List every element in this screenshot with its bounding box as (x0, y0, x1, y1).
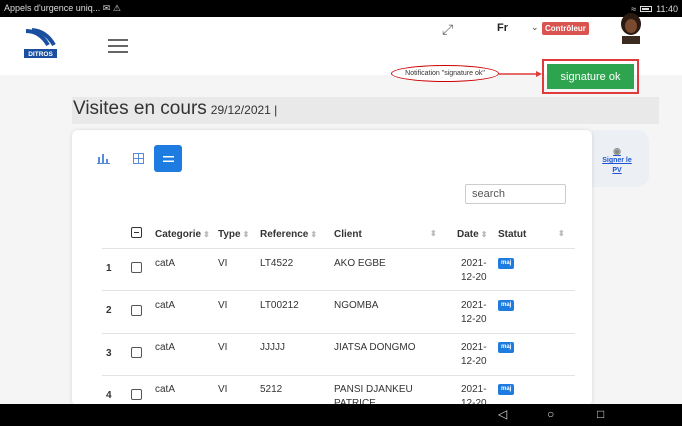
grid-view-icon[interactable] (124, 145, 152, 172)
recents-icon[interactable]: □ (597, 407, 604, 421)
status-time: 11:40 (656, 3, 678, 14)
row-divider (102, 248, 575, 249)
chart-view-icon[interactable] (89, 145, 117, 172)
ditros-logo: DITROS (22, 27, 59, 61)
back-icon[interactable]: ◁ (498, 407, 507, 421)
home-icon[interactable]: ○ (547, 407, 554, 421)
cell-type: VI (218, 342, 228, 353)
sort-icon: ⬍ (310, 230, 318, 239)
row-checkbox[interactable] (131, 305, 142, 316)
page-title: Visites en cours 29/12/2021 | (73, 98, 278, 119)
status-badge[interactable]: maj (498, 384, 515, 395)
cell-date: 2021-12-20 (461, 258, 487, 283)
status-badge[interactable]: maj (498, 342, 515, 353)
sort-icon[interactable]: ⬍ (558, 229, 565, 238)
cell-categorie: catA (155, 384, 176, 395)
battery-icon (640, 5, 653, 12)
row-divider (102, 375, 575, 376)
cell-reference: 5212 (260, 384, 283, 395)
row-checkbox[interactable] (131, 262, 142, 273)
sort-icon: ⬍ (480, 230, 488, 239)
cell-reference: LT4522 (260, 258, 294, 269)
row-number: 2 (106, 305, 112, 316)
cell-reference: JJJJJ (260, 342, 285, 353)
col-header-type[interactable]: Type ⬍ (218, 229, 249, 240)
cell-type: VI (218, 258, 228, 269)
col-header-client[interactable]: Client (334, 229, 362, 240)
status-badge[interactable]: maj (498, 300, 515, 311)
list-view-icon[interactable] (154, 145, 182, 172)
avatar[interactable] (619, 12, 643, 44)
row-divider (102, 333, 575, 334)
status-left-text: Appels d'urgence uniq... ✉ ⚠ (4, 3, 121, 13)
cell-client: NGOMBA (334, 300, 379, 311)
role-badge[interactable]: Contrôleur (542, 22, 589, 35)
cell-type: VI (218, 384, 228, 395)
move-icon[interactable]: ⤢ (442, 21, 453, 38)
page-date: 29/12/2021 | (210, 103, 278, 117)
sign-pv-link[interactable]: ◉ Signer le PV (597, 146, 637, 176)
signature-highlight: signature ok (542, 59, 639, 94)
language-selector[interactable]: Fr (497, 22, 508, 34)
cell-type: VI (218, 300, 228, 311)
android-status-bar: Appels d'urgence uniq... ✉ ⚠ ≈ 11:40 (0, 0, 682, 17)
row-number: 1 (106, 263, 112, 274)
row-checkbox[interactable] (131, 347, 142, 358)
status-badge[interactable]: maj (498, 258, 515, 269)
chevron-down-icon[interactable]: ⌄ (531, 22, 539, 33)
cell-categorie: catA (155, 258, 176, 269)
cell-client: AKO EGBE (334, 258, 386, 269)
cell-categorie: catA (155, 342, 176, 353)
cell-date: 2021-12-20 (461, 342, 487, 367)
select-all-checkbox[interactable] (131, 227, 142, 238)
cell-reference: LT00212 (260, 300, 299, 311)
col-header-categorie[interactable]: Categorie ⬍ (155, 229, 210, 240)
svg-text:DITROS: DITROS (28, 51, 53, 58)
fingerprint-icon: ◉ (613, 146, 621, 156)
col-header-date[interactable]: Date ⬍ (457, 229, 487, 240)
search-input[interactable] (465, 184, 566, 204)
menu-icon[interactable] (108, 39, 128, 53)
sort-icon: ⬍ (203, 230, 210, 239)
cell-client: JIATSA DONGMO (334, 342, 416, 353)
sort-icon[interactable]: ⬍ (430, 229, 437, 238)
col-header-statut[interactable]: Statut (498, 229, 526, 240)
arrow-annotation (499, 71, 542, 77)
signature-ok-button[interactable]: signature ok (547, 64, 634, 89)
col-header-reference[interactable]: Reference ⬍ (260, 229, 317, 240)
cell-date: 2021-12-20 (461, 300, 487, 325)
android-nav-bar: ◁ ○ □ (0, 404, 682, 426)
row-number: 3 (106, 348, 112, 359)
notification-callout: Notification "signature ok" (391, 65, 499, 82)
sort-icon: ⬍ (242, 230, 250, 239)
cell-categorie: catA (155, 300, 176, 311)
row-divider (102, 290, 575, 291)
row-checkbox[interactable] (131, 389, 142, 400)
row-number: 4 (106, 390, 112, 401)
